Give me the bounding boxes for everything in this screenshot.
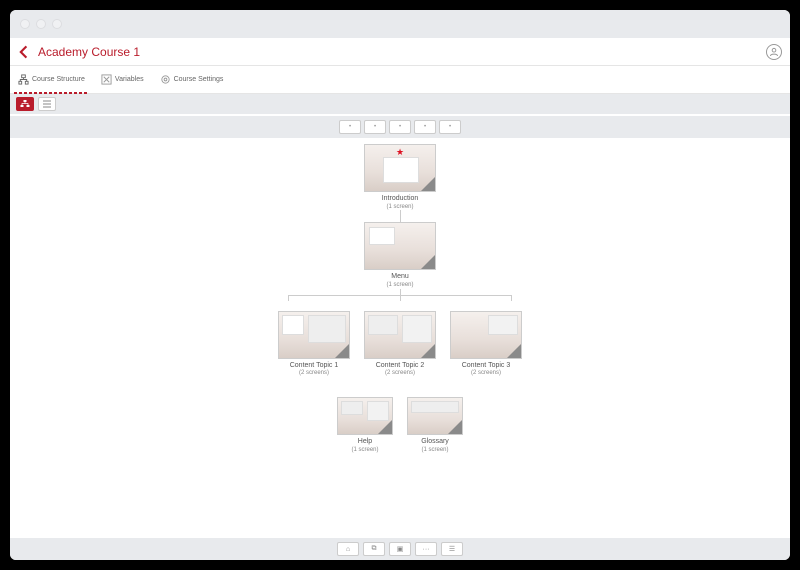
main-tabs: Course Structure Variables Course Settin… (10, 66, 790, 94)
node-count: (2 screens) (471, 370, 501, 376)
node-topic-3[interactable]: Content Topic 3(2 screens) (450, 311, 522, 377)
node-count: (1 screen) (386, 282, 413, 288)
outer-frame: Academy Course 1 Course Structure Variab… (0, 0, 800, 570)
user-avatar-icon[interactable] (766, 44, 782, 60)
toolbar-button[interactable]: • (389, 120, 411, 134)
node-menu[interactable]: Menu (1 screen) (364, 222, 436, 288)
node-count: (2 screens) (385, 370, 415, 376)
tab-course-structure[interactable]: Course Structure (10, 66, 93, 93)
structure-canvas[interactable]: ★ Introduction(1 screen) Menu(1 screen) (10, 138, 790, 538)
node-title: Glossary (421, 438, 449, 445)
footer-menu-button[interactable]: ☰ (441, 542, 463, 556)
header-bar: Academy Course 1 (10, 38, 790, 66)
tab-label: Course Structure (32, 76, 85, 83)
copy-icon: ⧉ (372, 545, 377, 553)
node-topic-2[interactable]: Content Topic 2(2 screens) (364, 311, 436, 377)
node-title: Menu (391, 273, 409, 280)
node-count: (1 screen) (386, 204, 413, 210)
footer-more-button[interactable]: ··· (415, 542, 437, 556)
node-count: (1 screen) (351, 447, 378, 453)
tab-variables[interactable]: Variables (93, 66, 152, 93)
node-title: Introduction (382, 195, 419, 202)
window-control-dot[interactable] (36, 19, 46, 29)
node-topic-1[interactable]: Content Topic 1(2 screens) (278, 311, 350, 377)
toolbar-button[interactable]: • (364, 120, 386, 134)
course-title: Academy Course 1 (38, 45, 766, 59)
footer-copy-button[interactable]: ⧉ (363, 542, 385, 556)
node-title: Content Topic 1 (290, 362, 339, 369)
window-control-dot[interactable] (52, 19, 62, 29)
node-count: (2 screens) (299, 370, 329, 376)
course-tree: ★ Introduction(1 screen) Menu(1 screen) (270, 144, 530, 454)
node-title: Content Topic 2 (376, 362, 425, 369)
window-titlebar (10, 10, 790, 38)
back-icon[interactable] (18, 45, 32, 59)
home-icon: ⌂ (346, 546, 350, 553)
view-tree-button[interactable] (16, 97, 34, 111)
node-count: (1 screen) (421, 447, 448, 453)
footer-toolbar: ⌂ ⧉ ▣ ··· ☰ (10, 538, 790, 560)
gear-icon (160, 74, 171, 85)
window-control-dot[interactable] (20, 19, 30, 29)
toolbar-button[interactable]: • (339, 120, 361, 134)
footer-home-button[interactable]: ⌂ (337, 542, 359, 556)
tree-icon (18, 74, 29, 85)
menu-icon: ☰ (449, 545, 455, 553)
preview-icon: ▣ (397, 545, 404, 553)
view-list-button[interactable] (38, 97, 56, 111)
toolbar-button[interactable]: • (414, 120, 436, 134)
more-icon: ··· (423, 546, 430, 553)
view-mode-bar (10, 94, 790, 114)
node-help[interactable]: Help (1 screen) (337, 397, 393, 453)
connector-line (400, 210, 401, 222)
variable-icon (101, 74, 112, 85)
footer-preview-button[interactable]: ▣ (389, 542, 411, 556)
node-title: Content Topic 3 (462, 362, 511, 369)
topics-row: Content Topic 1(2 screens) Content Topic… (278, 311, 522, 377)
node-title: Help (358, 438, 372, 445)
toolbar-button[interactable]: • (439, 120, 461, 134)
node-glossary[interactable]: Glossary (1 screen) (407, 397, 463, 453)
node-introduction[interactable]: ★ Introduction(1 screen) (364, 144, 436, 210)
connector-branch (270, 289, 530, 301)
tab-label: Variables (115, 76, 144, 83)
tab-label: Course Settings (174, 76, 224, 83)
action-toolbar: • • • • • (10, 116, 790, 138)
tab-course-settings[interactable]: Course Settings (152, 66, 232, 93)
extras-row: Help (1 screen) Glossary (1 screen) (337, 397, 463, 453)
app-window: Academy Course 1 Course Structure Variab… (10, 10, 790, 560)
